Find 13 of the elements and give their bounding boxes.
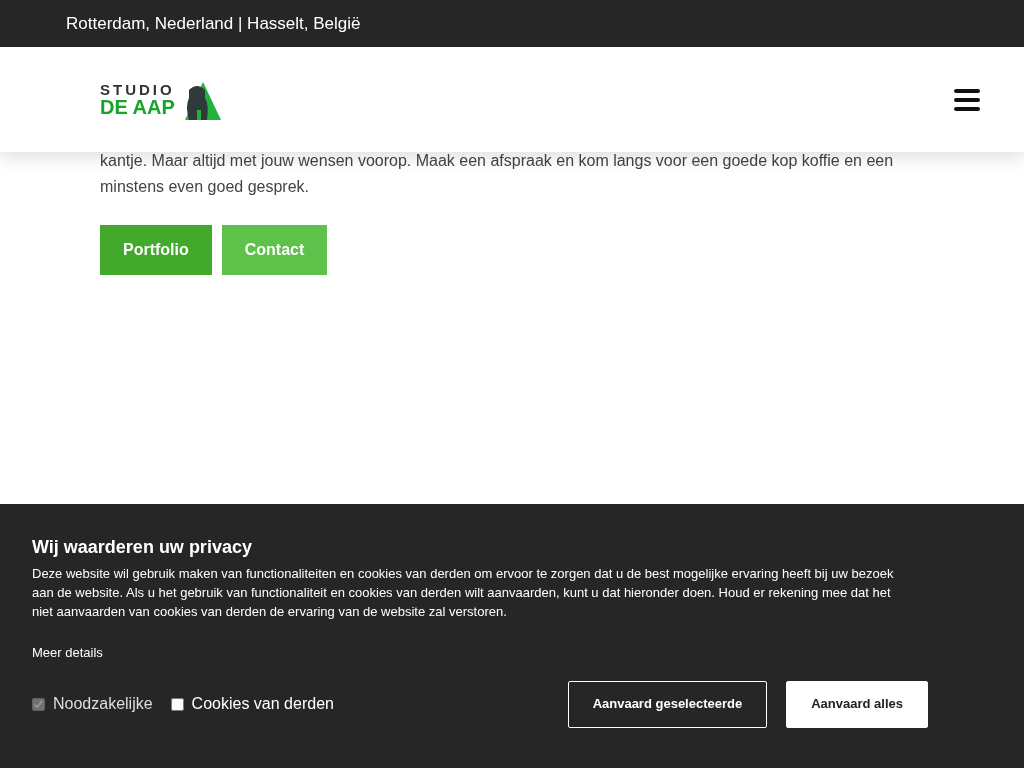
menu-icon[interactable] [954, 88, 980, 111]
accept-selected-button[interactable]: Aanvaard geselecteerde [567, 680, 768, 728]
cookie-title: Wij waarderen uw privacy [32, 536, 253, 558]
cookie-checkbox[interactable] [170, 697, 184, 711]
locations-text: Rotterdam, Nederland | Hasselt, België [66, 12, 361, 35]
cookie-text: Deze website wil gebruik maken van functionaliteiten en cookies van derden om ervoor te zorgen dat u de best mogelijke ervaring heeft bij uw bezoek aan de website. Als u het gebruik van functionaliteit en cookies van derden wilt aanvaarden, kunt u dat hieronder doen. Houd er rekening mee dat het niet aanvaarden van cookies van derden de ervaring van de website zal verstoren. [32, 565, 895, 621]
intro-paragraph: kantje. Maar altijd met jouw wensen voorop. Maak een afspraak en kom langs voor een goede kop koffie en een minstens even goed gesprek. [100, 151, 895, 197]
more-details-link[interactable]: Meer details [32, 643, 103, 663]
accept-all-button[interactable]: Aanvaard alles [786, 680, 928, 728]
logo-text: DE AAP [100, 97, 175, 117]
logo-text: STUDIO [100, 82, 175, 97]
checkbox-label: Noodzakelijke [53, 694, 153, 714]
checkbox-label: Cookies van derden [191, 694, 334, 714]
